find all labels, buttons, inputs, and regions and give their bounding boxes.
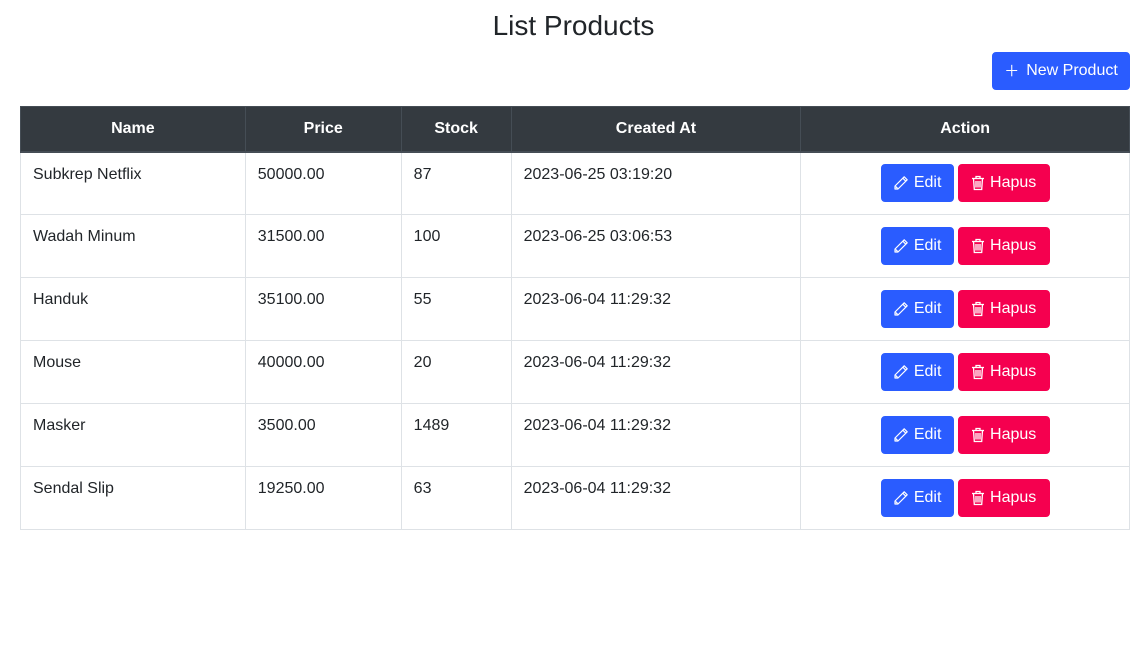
header-action: Action — [800, 106, 1130, 153]
table-row: Wadah Minum 31500.00 100 2023-06-25 03:06:5… — [20, 214, 1130, 278]
cell-action: Edit Hapus — [800, 466, 1130, 530]
new-product-label: New Product — [1026, 62, 1118, 79]
table-header: Name Price Stock Created At Action — [20, 106, 1130, 153]
cell-name: Masker — [20, 403, 246, 467]
cell-created-at: 2023-06-25 03:06:53 — [510, 214, 802, 278]
cell-name: Mouse — [20, 340, 246, 404]
cell-price: 35100.00 — [244, 277, 402, 341]
delete-button[interactable]: Hapus — [957, 479, 1050, 517]
pencil-icon — [893, 301, 909, 317]
cell-name: Handuk — [20, 277, 246, 341]
cell-created-at: 2023-06-25 03:19:20 — [510, 151, 802, 215]
plus-icon: ＋ — [1004, 62, 1020, 80]
edit-button[interactable]: Edit — [880, 479, 954, 517]
edit-button[interactable]: Edit — [880, 164, 954, 203]
cell-stock: 87 — [400, 151, 512, 215]
edit-label: Edit — [913, 174, 942, 192]
header-name: Name — [20, 106, 246, 153]
pencil-icon — [893, 175, 909, 191]
cell-created-at: 2023-06-04 11:29:32 — [510, 466, 802, 530]
table-row: Masker 3500.00 1489 2023-06-04 11:29:32 Edit… — [20, 403, 1130, 467]
delete-button[interactable]: Hapus — [957, 227, 1050, 265]
table-row: Mouse 40000.00 20 2023-06-04 11:29:32 Edit Ha… — [20, 340, 1130, 404]
delete-button[interactable]: Hapus — [957, 416, 1050, 454]
pencil-icon — [893, 364, 909, 380]
cell-stock: 63 — [400, 466, 512, 530]
table-row: Handuk 35100.00 55 2023-06-04 11:29:32 Edit H… — [20, 277, 1130, 341]
trash-icon — [971, 175, 985, 191]
edit-button[interactable]: Edit — [880, 353, 954, 391]
trash-icon — [971, 301, 985, 317]
cell-created-at: 2023-06-04 11:29:32 — [510, 340, 802, 404]
page-title: List Products — [492, 10, 655, 41]
cell-action: Edit Hapus — [800, 340, 1130, 404]
cell-action: Edit Hapus — [800, 403, 1130, 467]
table-body: Subkrep Netflix 50000.00 87 2023-06-25 03:1… — [20, 151, 1130, 530]
delete-label: Hapus — [990, 237, 1037, 254]
products-table-container: Name Price Stock Created At Action Subkr… — [20, 106, 1130, 530]
products-page: List Products ＋ New Product Name Price S… — [0, 0, 1147, 666]
cell-price: 3500.00 — [244, 403, 402, 467]
edit-button[interactable]: Edit — [880, 416, 954, 454]
cell-action: Edit Hapus — [800, 277, 1130, 341]
edit-button[interactable]: Edit — [880, 227, 954, 265]
cell-action: Edit Hapus — [800, 214, 1130, 278]
cell-price: 31500.00 — [244, 214, 402, 278]
edit-label: Edit — [913, 363, 942, 380]
cell-name: Subkrep Netflix — [20, 151, 246, 215]
trash-icon — [971, 238, 985, 254]
edit-label: Edit — [913, 237, 942, 254]
pencil-icon — [893, 490, 909, 506]
trash-icon — [971, 490, 985, 506]
cell-stock: 55 — [400, 277, 512, 341]
cell-stock: 20 — [400, 340, 512, 404]
trash-icon — [971, 427, 985, 443]
edit-button[interactable]: Edit — [880, 290, 954, 328]
pencil-icon — [893, 238, 909, 254]
header-stock: Stock — [400, 106, 512, 153]
edit-label: Edit — [913, 489, 942, 506]
cell-price: 50000.00 — [244, 151, 402, 215]
header-price: Price — [244, 106, 402, 153]
cell-price: 40000.00 — [244, 340, 402, 404]
cell-created-at: 2023-06-04 11:29:32 — [510, 277, 802, 341]
delete-label: Hapus — [990, 300, 1037, 317]
delete-label: Hapus — [990, 426, 1037, 443]
cell-action: Edit Hapus — [800, 151, 1130, 215]
delete-button[interactable]: Hapus — [957, 353, 1050, 391]
delete-button[interactable]: Hapus — [957, 164, 1050, 203]
delete-label: Hapus — [990, 174, 1037, 192]
new-product-button[interactable]: ＋ New Product — [992, 52, 1130, 90]
cell-name: Wadah Minum — [20, 214, 246, 278]
cell-created-at: 2023-06-04 11:29:32 — [510, 403, 802, 467]
delete-button[interactable]: Hapus — [957, 290, 1050, 328]
pencil-icon — [893, 427, 909, 443]
table-row: Sendal Slip 19250.00 63 2023-06-04 11:29:32… — [20, 466, 1130, 530]
delete-label: Hapus — [990, 363, 1037, 380]
header-created-at: Created At — [510, 106, 802, 153]
cell-name: Sendal Slip — [20, 466, 246, 530]
table-row: Subkrep Netflix 50000.00 87 2023-06-25 03:1… — [20, 151, 1130, 215]
products-table: Name Price Stock Created At Action Subkr… — [20, 106, 1130, 530]
edit-label: Edit — [913, 300, 942, 317]
edit-label: Edit — [913, 426, 942, 443]
delete-label: Hapus — [990, 489, 1037, 506]
cell-price: 19250.00 — [244, 466, 402, 530]
cell-stock: 100 — [400, 214, 512, 278]
cell-stock: 1489 — [400, 403, 512, 467]
trash-icon — [971, 364, 985, 380]
